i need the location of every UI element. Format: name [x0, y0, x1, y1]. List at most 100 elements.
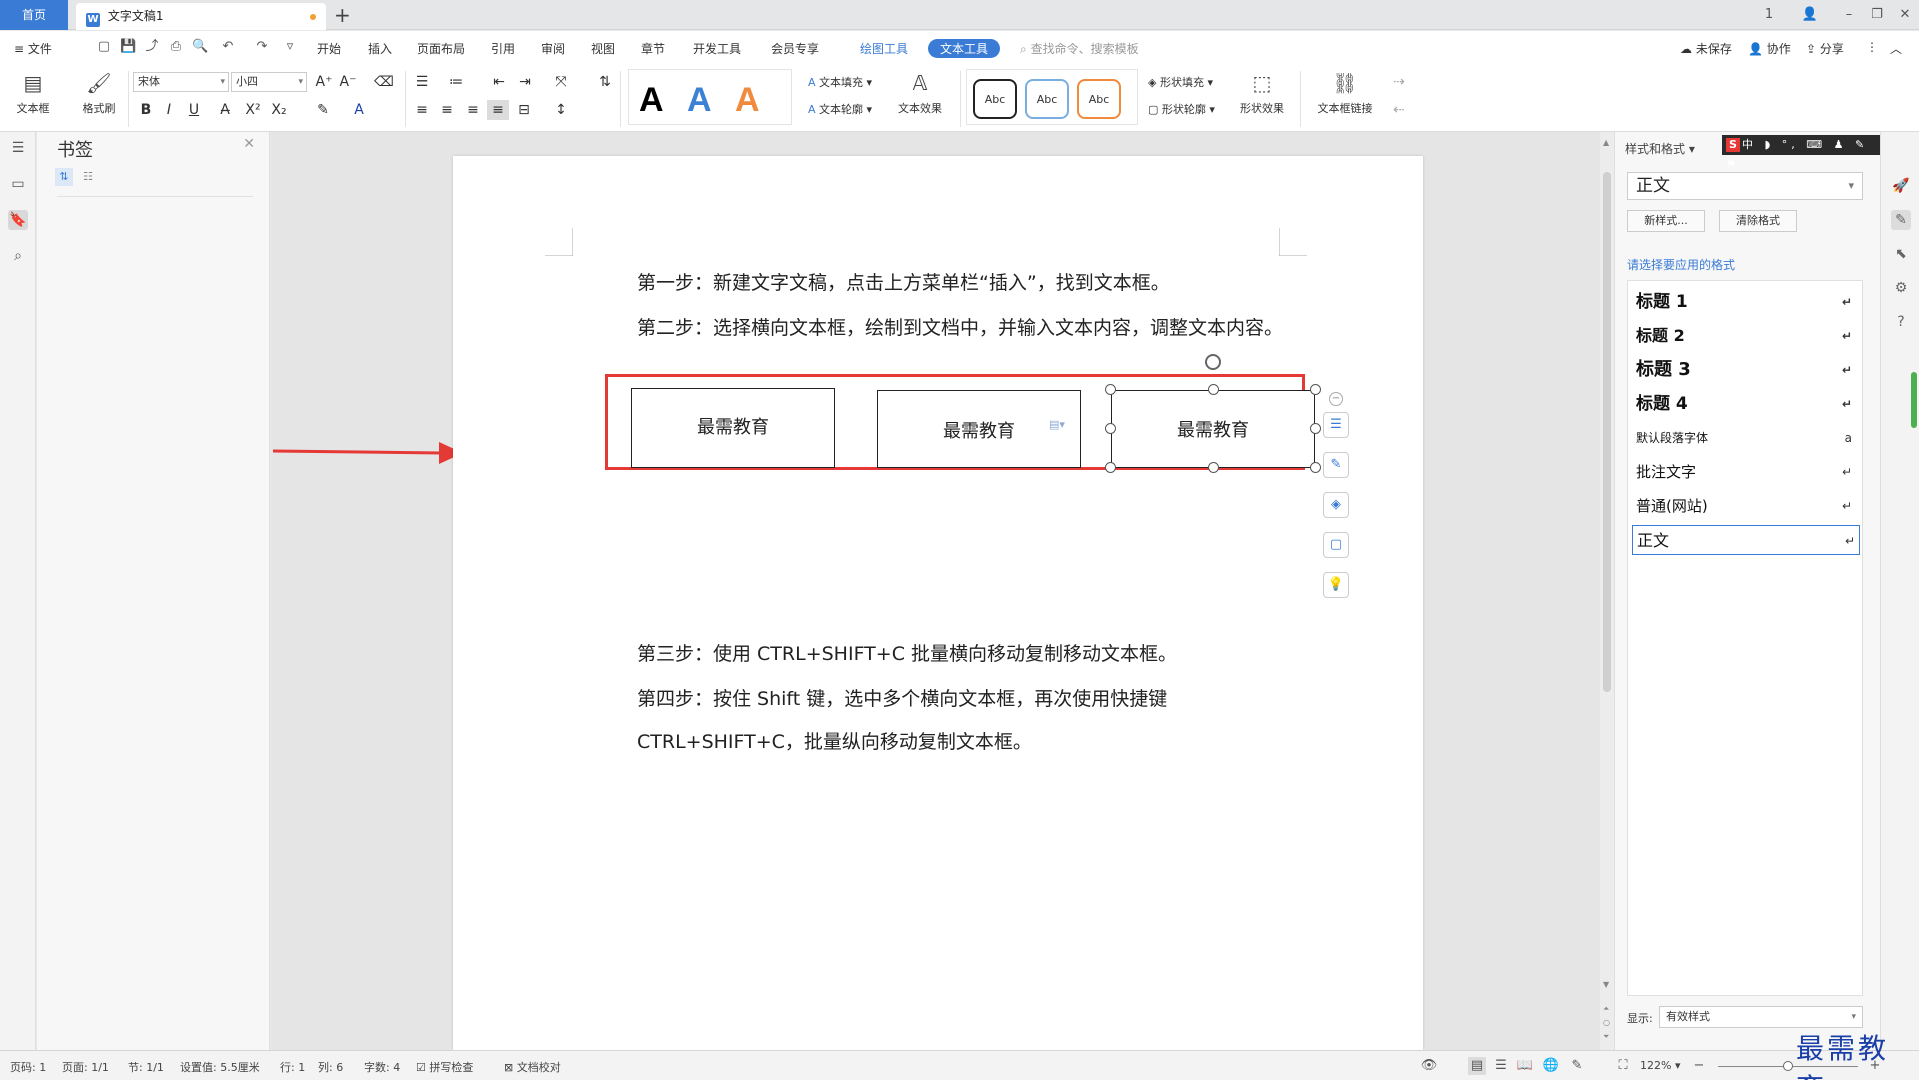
menu-review[interactable]: 审阅: [541, 40, 565, 57]
menu-member[interactable]: 会员专享: [771, 40, 819, 57]
numbered-list-icon[interactable]: ≔: [445, 72, 467, 92]
shape-style-black[interactable]: Abc: [973, 79, 1017, 119]
rocket-icon[interactable]: 🚀: [1891, 176, 1911, 196]
scrollbar-thumb[interactable]: [1603, 172, 1611, 692]
close-icon[interactable]: ✕: [243, 136, 255, 152]
paragraph-step-4[interactable]: 第四步：按住 Shift 键，选中多个横向文本框，再次使用快捷键: [637, 684, 1167, 711]
style-item-default-font[interactable]: 默认段落字体 a: [1636, 423, 1856, 453]
style-item-heading-1[interactable]: 标题 1 ↵: [1636, 287, 1856, 317]
undo-icon[interactable]: ↶: [220, 39, 236, 55]
menu-page-layout[interactable]: 页面布局: [417, 40, 465, 57]
scroll-down-icon[interactable]: ▼: [1603, 980, 1609, 989]
close-window-button[interactable]: ✕: [1890, 0, 1919, 30]
menu-insert[interactable]: 插入: [368, 40, 392, 57]
collaborate-button[interactable]: 👤 协作: [1748, 40, 1791, 57]
resize-handle[interactable]: [1105, 423, 1116, 434]
style-item-comment-text[interactable]: 批注文字 ↵: [1636, 457, 1856, 487]
next-page-icon[interactable]: ⏷: [1603, 1032, 1609, 1042]
shrink-font-icon[interactable]: A⁻: [337, 72, 359, 92]
doc-proof-button[interactable]: ⊠ 文档校对: [504, 1059, 561, 1075]
redo-icon[interactable]: ↷: [254, 39, 270, 55]
idea-bulb-icon[interactable]: 💡: [1323, 572, 1349, 598]
zoom-out-icon[interactable]: −: [1690, 1057, 1708, 1075]
restore-button[interactable]: ❐: [1862, 0, 1892, 30]
shape-outline-button[interactable]: ▢ 形状轮廓 ▾: [1148, 101, 1215, 117]
rotate-handle-icon[interactable]: [1205, 354, 1221, 370]
web-view-icon[interactable]: 🌐: [1542, 1057, 1560, 1075]
collapse-tools-icon[interactable]: −: [1329, 392, 1343, 406]
new-doc-icon[interactable]: ▢: [96, 39, 112, 55]
menu-view[interactable]: 视图: [591, 40, 615, 57]
style-item-normal-web[interactable]: 普通(网站) ↵: [1636, 491, 1856, 521]
word-count-status[interactable]: 字数: 4: [364, 1059, 400, 1075]
print-icon[interactable]: ⎙: [168, 39, 184, 55]
zoom-slider-knob[interactable]: [1783, 1061, 1793, 1071]
resize-handle[interactable]: [1310, 384, 1321, 395]
grow-font-icon[interactable]: A⁺: [313, 72, 335, 92]
menu-drawing-tools[interactable]: 绘图工具: [860, 40, 908, 57]
superscript-icon[interactable]: X²: [242, 100, 264, 120]
clear-format-button[interactable]: 清除格式: [1719, 210, 1797, 232]
scroll-up-icon[interactable]: ▲: [1603, 138, 1609, 147]
new-style-button[interactable]: 新样式...: [1627, 210, 1705, 232]
textbox-button[interactable]: ▤ 文本框: [10, 70, 56, 116]
minimize-button[interactable]: –: [1834, 0, 1864, 30]
layout-options-icon[interactable]: ☰: [1323, 412, 1349, 438]
show-filter-select[interactable]: 有效样式: [1659, 1006, 1863, 1028]
sort-by-name-icon[interactable]: ⇅: [55, 168, 73, 186]
command-search[interactable]: ⌕ 查找命令、搜索模板: [1020, 40, 1139, 57]
eye-protect-icon[interactable]: 👁: [1420, 1057, 1438, 1075]
font-color-icon[interactable]: A: [348, 100, 370, 120]
forward-link-icon[interactable]: ⇢: [1388, 72, 1410, 92]
shape-fill-button[interactable]: ◈ 形状填充 ▾: [1148, 74, 1213, 90]
save-icon[interactable]: 💾: [120, 39, 136, 55]
outline-view-icon[interactable]: ☰: [1492, 1057, 1510, 1075]
column-status[interactable]: 列: 6: [318, 1059, 343, 1075]
sort-by-position-icon[interactable]: ☷: [79, 168, 97, 186]
paragraph-step-2[interactable]: 第二步：选择横向文本框，绘制到文档中，并输入文本内容，调整文本内容。: [637, 313, 1283, 340]
pen-mode-icon[interactable]: ✎: [1568, 1057, 1586, 1075]
section-status[interactable]: 节: 1/1: [128, 1059, 164, 1075]
style-item-heading-4[interactable]: 标题 4 ↵: [1636, 389, 1856, 419]
page-count-icon[interactable]: 1: [1754, 0, 1784, 30]
help-icon[interactable]: ?: [1891, 312, 1911, 332]
subscript-icon[interactable]: X₂: [268, 100, 290, 120]
menu-developer[interactable]: 开发工具: [693, 40, 741, 57]
bullet-list-icon[interactable]: ☰: [411, 72, 433, 92]
setting-value-status[interactable]: 设置值: 5.5厘米: [180, 1059, 260, 1075]
select-browse-icon[interactable]: ○: [1603, 1018, 1610, 1027]
text-direction-icon[interactable]: ⤧: [550, 72, 572, 92]
wordart-style-orange[interactable]: A: [735, 80, 760, 120]
document-tab[interactable]: W 文字文稿1: [76, 3, 326, 30]
textbox-3-selected[interactable]: 最需教育: [1111, 390, 1315, 468]
line-spacing-icon[interactable]: ↕: [550, 100, 572, 120]
wordart-style-black[interactable]: A: [639, 80, 664, 120]
menu-reference[interactable]: 引用: [491, 40, 515, 57]
textbox-link-button[interactable]: ⛓ 文本框链接: [1310, 70, 1380, 116]
align-center-icon[interactable]: ≡: [436, 100, 458, 120]
align-right-icon[interactable]: ≡: [462, 100, 484, 120]
chapter-icon[interactable]: ▭: [8, 174, 28, 194]
unsaved-status[interactable]: ☁ 未保存: [1680, 40, 1732, 57]
sort-icon[interactable]: ⇅: [594, 72, 616, 92]
share-button[interactable]: ⇪ 分享: [1806, 40, 1844, 57]
align-left-icon[interactable]: ≡: [411, 100, 433, 120]
more-icon[interactable]: ⋮: [1866, 40, 1878, 54]
distribute-icon[interactable]: ⊟: [513, 100, 535, 120]
outline-box-icon[interactable]: ▢: [1323, 532, 1349, 558]
paragraph-step-3[interactable]: 第三步：使用 CTRL+SHIFT+C 批量横向移动复制移动文本框。: [637, 639, 1177, 666]
paragraph-step-4-cont[interactable]: CTRL+SHIFT+C，批量纵向移动复制文本框。: [637, 727, 1032, 754]
spell-check-button[interactable]: ☑ 拼写检查: [416, 1059, 473, 1075]
textbox-1[interactable]: 最需教育: [631, 388, 835, 468]
resize-handle[interactable]: [1105, 384, 1116, 395]
increase-indent-icon[interactable]: ⇥: [514, 72, 536, 92]
reading-view-icon[interactable]: 📖: [1516, 1057, 1534, 1075]
resize-handle[interactable]: [1310, 423, 1321, 434]
new-tab-button[interactable]: +: [334, 3, 351, 27]
export-icon[interactable]: ⤴: [144, 39, 160, 55]
user-avatar-icon[interactable]: 👤: [1795, 0, 1825, 30]
text-effect-button[interactable]: 𝔸 文本效果: [892, 70, 948, 116]
resize-handle[interactable]: [1208, 462, 1219, 473]
strikethrough-icon[interactable]: A̶: [214, 100, 236, 120]
shape-style-orange[interactable]: Abc: [1077, 79, 1121, 119]
